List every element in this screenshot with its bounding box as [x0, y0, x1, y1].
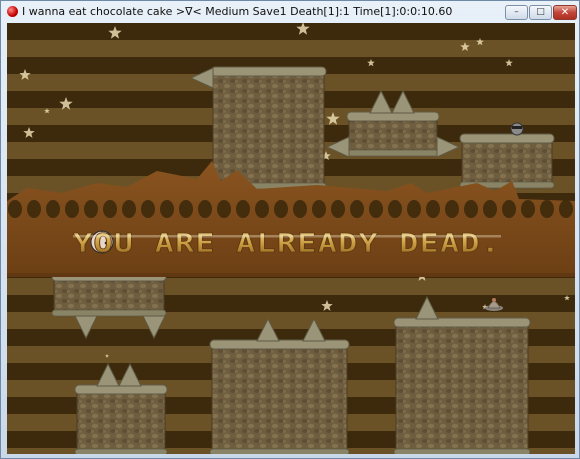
- banner-hole: [103, 200, 117, 218]
- banner-hole: [274, 200, 288, 218]
- game-canvas: YOU ARE ALREADY DEAD.: [7, 23, 575, 454]
- banner-hole: [255, 200, 269, 218]
- banner-hole: [293, 200, 307, 218]
- banner-hole: [122, 200, 136, 218]
- platform-block: [210, 66, 327, 190]
- banner-hole: [426, 200, 440, 218]
- banner-hole: [160, 200, 174, 218]
- banner-hole: [236, 200, 250, 218]
- minimize-button[interactable]: –: [505, 5, 528, 20]
- banner-hole: [179, 200, 193, 218]
- banner-hole: [502, 200, 516, 218]
- banner-hole: [445, 200, 459, 218]
- platform-block: [74, 384, 168, 454]
- banner-hole: [198, 200, 212, 218]
- banner-hole: [312, 200, 326, 218]
- banner-hole: [350, 200, 364, 218]
- banner-hole: [369, 200, 383, 218]
- banner-hole: [521, 200, 535, 218]
- banner-hole: [84, 200, 98, 218]
- banner-hole: [217, 200, 231, 218]
- game-over-message-shine: [73, 235, 501, 238]
- game-scene: YOU ARE ALREADY DEAD.: [7, 23, 575, 454]
- app-icon: [7, 6, 18, 17]
- banner-hole: [8, 200, 22, 218]
- banner-hole: [141, 200, 155, 218]
- title-bar[interactable]: I wanna eat chocolate cake >∇< Medium Sa…: [1, 1, 579, 23]
- platform-block: [346, 111, 440, 157]
- platform-block: [459, 133, 555, 189]
- window-title: I wanna eat chocolate cake >∇< Medium Sa…: [22, 5, 453, 18]
- banner-hole: [407, 200, 421, 218]
- banner-hole: [27, 200, 41, 218]
- maximize-button[interactable]: □: [529, 5, 552, 20]
- banner-hole: [65, 200, 79, 218]
- platform-block: [393, 317, 531, 454]
- banner-hole: [540, 200, 554, 218]
- enemy-orb-icon: [510, 122, 524, 136]
- banner-hole: [331, 200, 345, 218]
- banner-hole: [46, 200, 60, 218]
- banner-hole: [464, 200, 478, 218]
- banner-hole: [483, 200, 497, 218]
- platform-block: [51, 271, 167, 317]
- banner-hole: [388, 200, 402, 218]
- platform-block: [209, 339, 350, 454]
- game-window: I wanna eat chocolate cake >∇< Medium Sa…: [0, 0, 580, 459]
- banner-hole: [559, 200, 573, 218]
- close-button[interactable]: ✕: [553, 5, 577, 20]
- game-over-message: YOU ARE ALREADY DEAD.: [73, 229, 501, 259]
